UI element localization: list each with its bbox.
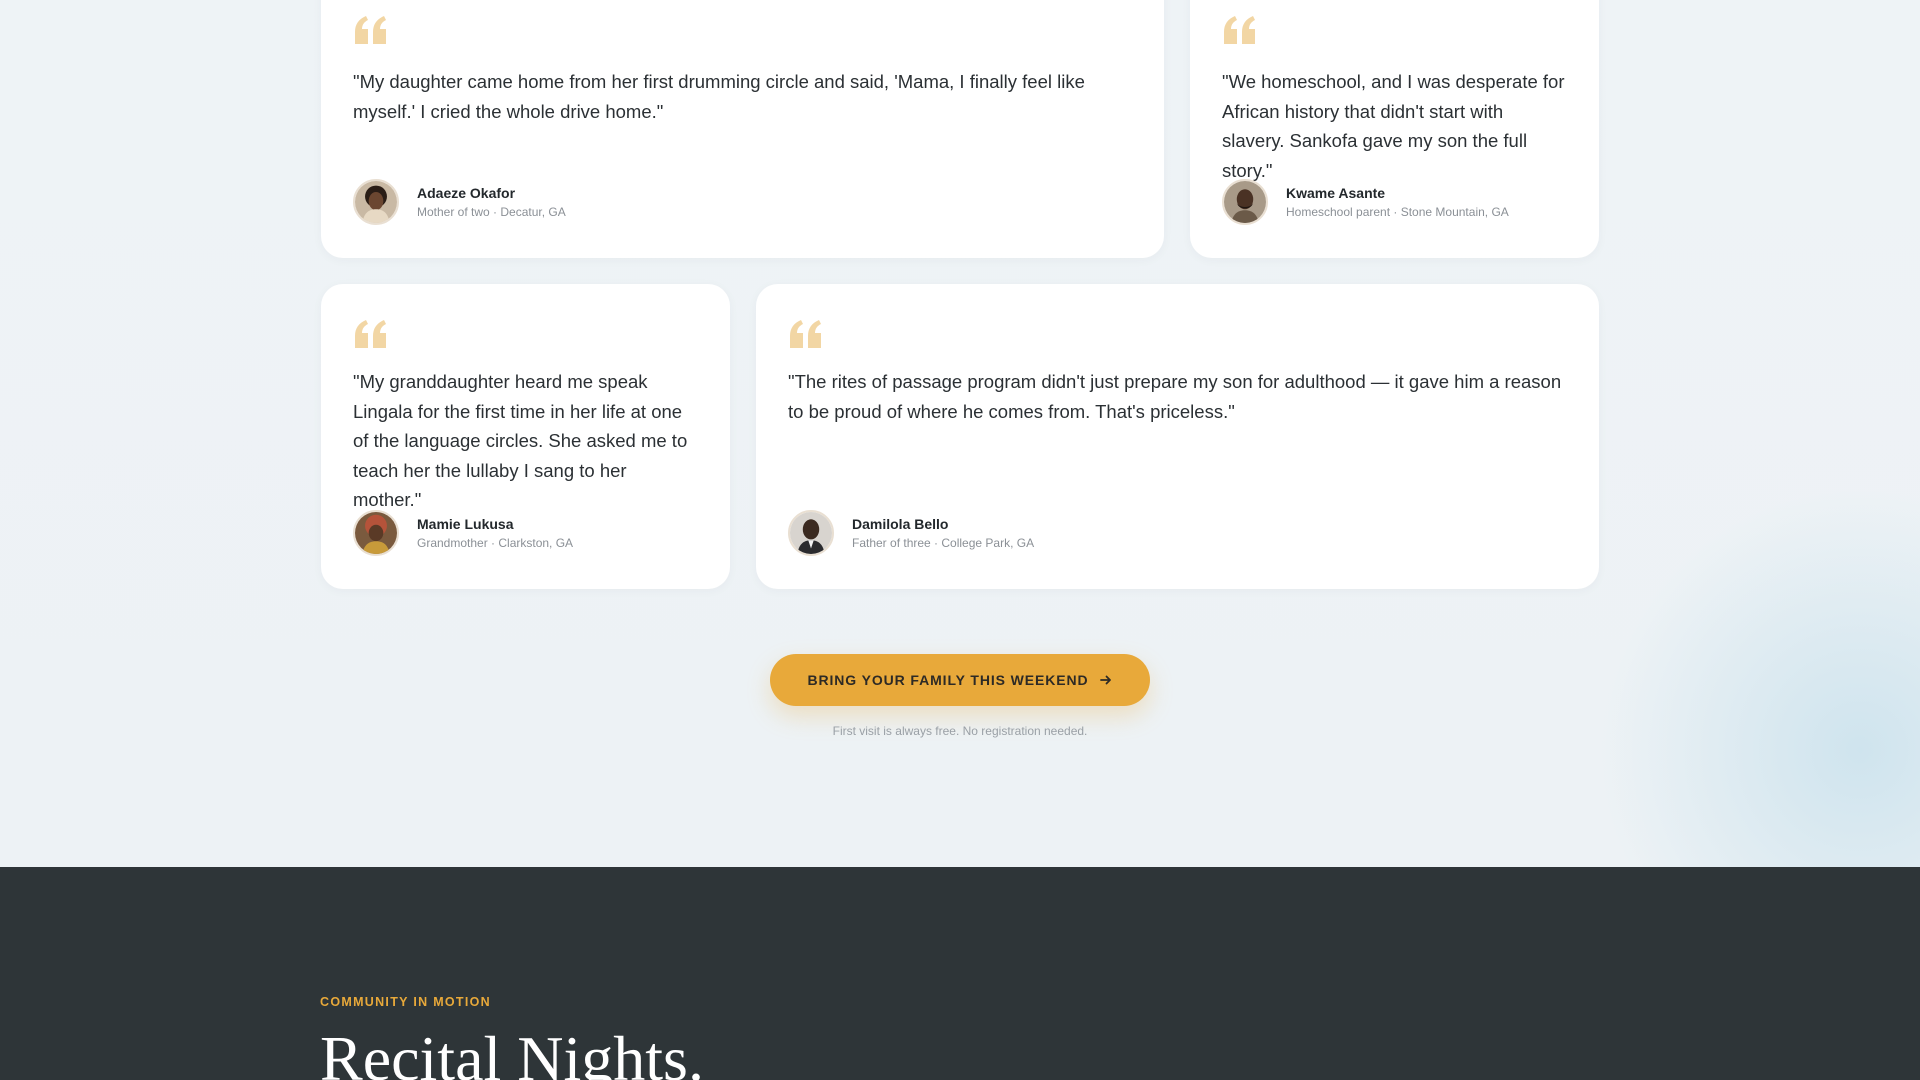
author-name: Mamie Lukusa [417,516,514,532]
testimonial-card: "The rites of passage program didn't jus… [756,284,1599,589]
testimonial-author: Kwame Asante Homeschool parent · Stone M… [1222,179,1509,225]
section-eyebrow: COMMUNITY IN MOTION [320,995,491,1009]
quote-mark-icon [788,320,824,348]
quote-mark-icon [353,320,389,348]
author-meta: Homeschool parent · Stone Mountain, GA [1286,205,1509,219]
author-meta: Mother of two · Decatur, GA [417,205,566,219]
avatar [1222,179,1268,225]
avatar [353,510,399,556]
author-meta: Father of three · College Park, GA [852,536,1035,550]
testimonial-author: Adaeze Okafor Mother of two · Decatur, G… [353,179,566,225]
author-name: Adaeze Okafor [417,185,516,201]
author-name: Kwame Asante [1286,185,1386,201]
testimonial-quote: "My granddaughter heard me speak Lingala… [353,371,688,510]
quote-mark-icon [353,16,389,44]
bring-family-button[interactable]: BRING YOUR FAMILY THIS WEEKEND [770,654,1150,706]
quote-mark-icon [1222,16,1258,44]
avatar [788,510,834,556]
testimonials-section: "My daughter came home from her first dr… [0,0,1920,867]
testimonial-author: Damilola Bello Father of three · College… [788,510,1034,556]
community-section: COMMUNITY IN MOTION Recital Nights. [0,867,1920,1080]
cta-label: BRING YOUR FAMILY THIS WEEKEND [807,672,1089,688]
avatar [353,179,399,225]
section-title: Recital Nights. [320,1023,704,1080]
testimonial-author: Mamie Lukusa Grandmother · Clarkston, GA [353,510,573,556]
testimonial-quote: "The rites of passage program didn't jus… [788,371,1562,422]
testimonial-card: "My granddaughter heard me speak Lingala… [321,284,730,589]
arrow-right-icon [1099,673,1113,687]
cta-note: First visit is always free. No registrat… [832,724,1088,738]
testimonial-card: "We homeschool, and I was desperate for … [1190,0,1599,258]
testimonial-quote: "My daughter came home from her first dr… [353,71,1085,122]
testimonial-quote: "We homeschool, and I was desperate for … [1222,71,1565,181]
author-meta: Grandmother · Clarkston, GA [417,536,574,550]
testimonial-card: "My daughter came home from her first dr… [321,0,1164,258]
author-name: Damilola Bello [852,516,949,532]
